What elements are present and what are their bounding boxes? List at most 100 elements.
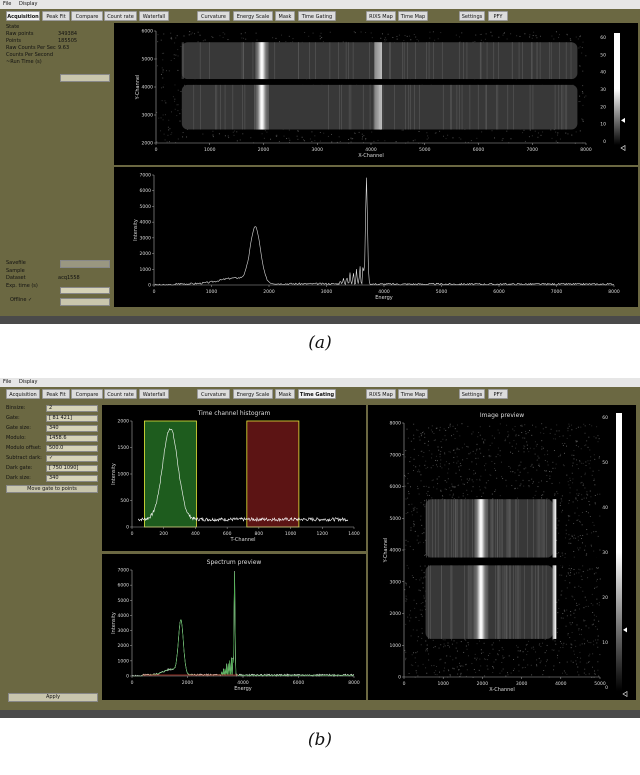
field-value[interactable]: 500.0 (46, 445, 98, 452)
spectrum-a-ytick-label: 3000 (140, 235, 152, 241)
spectrum-a-xtick-label: 3000 (321, 289, 333, 295)
tab-pfy[interactable]: PFY (488, 11, 508, 21)
spectrum-preview-xtick-label: 2000 (182, 680, 194, 686)
tab-rixs-map[interactable]: RIXS Map (366, 11, 396, 21)
spectrum-chart: 0 1000 2000 3000 4000 5000 6000 7000 8000 7000 600… (133, 173, 620, 302)
tab-time-map[interactable]: Time Map (398, 11, 428, 21)
exp-time-input[interactable] (60, 287, 110, 294)
offline-check: ✓ (28, 297, 33, 303)
histogram-title: Time channel histogram (197, 410, 271, 417)
spectrum-preview-ytick-label: 2000 (118, 643, 130, 649)
spectrum-a-ytick-label: 6000 (140, 188, 152, 194)
tab-time-map[interactable]: Time Map (398, 389, 428, 399)
colorbar-tick-label: 0 (605, 685, 608, 691)
tab-curvature[interactable]: Curvature (197, 11, 230, 21)
image-preview-xtick-label: 3000 (516, 681, 528, 687)
apply-button[interactable]: Apply (8, 693, 98, 702)
tab-settings[interactable]: Settings (459, 11, 485, 21)
field-value[interactable]: 340 (46, 475, 98, 482)
field-value[interactable]: 1458.6 (46, 435, 98, 442)
tab-curvature[interactable]: Curvature (197, 389, 230, 399)
tab-waterfall[interactable]: Waterfall (139, 389, 169, 399)
tab-rixs-map[interactable]: RIXS Map (366, 389, 396, 399)
tab-mask[interactable]: Mask (275, 11, 295, 21)
tab-waterfall[interactable]: Waterfall (139, 11, 169, 21)
histogram-ytick-label: 1500 (118, 445, 130, 451)
image-a-xtick-label: 6000 (473, 147, 485, 153)
spectrum-preview-plot[interactable]: Spectrum preview 0 2000 4000 6000 8000 7000 600… (102, 554, 366, 700)
offline-toggle[interactable]: Offline ✓ (10, 297, 32, 304)
field-value[interactable]: [ 81 421] (46, 415, 98, 422)
field-savefile: Savefile (6, 260, 58, 267)
image-a-xtick-label: 7000 (527, 147, 539, 153)
caption-a: (a) (308, 333, 332, 353)
spectrum-plot[interactable]: 0 1000 2000 3000 4000 5000 6000 7000 8000 7000 600… (114, 167, 638, 307)
image-preview-xtick-label: 0 (403, 681, 406, 687)
move-gate-button[interactable]: Move gate to points (6, 485, 98, 493)
histogram-xtick-label: 0 (131, 531, 134, 537)
image-a-ytick-label: 5000 (142, 57, 154, 63)
image-preview-ytick-label: 6000 (390, 484, 402, 490)
image-a-ytick-label: 3000 (142, 113, 154, 119)
image-a-ylabel: Y-Channel (135, 75, 141, 101)
menu-display[interactable]: Display (16, 0, 40, 9)
field-value: 185505 (58, 38, 78, 44)
blank-button[interactable] (60, 74, 110, 82)
tab-settings[interactable]: Settings (459, 389, 485, 399)
tab-count-rate[interactable]: Count rate (104, 389, 137, 399)
image-preview-xtick-label: 2000 (477, 681, 489, 687)
spectrum-preview-ytick-label: 7000 (118, 568, 130, 574)
colorbar-handle (620, 144, 626, 152)
tab-compare[interactable]: Compare (71, 11, 103, 21)
image-a-xtick-label: 2000 (258, 147, 270, 153)
tab-count-rate[interactable]: Count rate (104, 11, 137, 21)
image-a-xlabel: X-Channel (358, 153, 384, 159)
field-raw-points: Raw points 349384 (6, 31, 77, 38)
field-counts-per-second: Counts Per Second (6, 52, 58, 59)
field-value: 349384 (58, 31, 78, 37)
tab-acquisition[interactable]: Acquisition (6, 389, 40, 399)
colorbar-tick-label: 20 (600, 104, 606, 110)
blank-button-2[interactable] (60, 298, 110, 306)
tab-compare[interactable]: Compare (71, 389, 103, 399)
tab-time-gating[interactable]: Time Gating (298, 11, 336, 21)
tab-energy-scale[interactable]: Energy Scale (233, 389, 273, 399)
field-value[interactable]: ✓ (46, 455, 98, 462)
tab-peak-fit[interactable]: Peak Fit (42, 389, 70, 399)
spectrum-preview-xtick-label: 8000 (348, 680, 360, 686)
field-value[interactable]: [ 750 1090] (46, 465, 98, 472)
field-value[interactable]: 340 (46, 425, 98, 432)
field-value[interactable]: 2 (46, 405, 98, 412)
field-label: Points (6, 38, 22, 44)
spectrum-a-xtick-label: 7000 (551, 289, 563, 295)
tab-acquisition[interactable]: Acquisition (6, 11, 40, 21)
spectrum-preview-xlabel: Energy (234, 686, 252, 692)
field-binsize: Binsize: 2 (6, 405, 98, 412)
histogram-ylabel: Intensity (111, 463, 117, 485)
histogram-xtick-label: 1400 (348, 531, 360, 537)
histogram-plot[interactable]: Time channel histogram 0 200 400 600 800 1000 1… (102, 405, 366, 551)
image-preview-xlabel: X-Channel (489, 687, 515, 693)
savefile-input[interactable] (60, 260, 110, 268)
tab-peak-fit[interactable]: Peak Fit (42, 11, 70, 21)
tab-time-gating[interactable]: Time Gating (298, 389, 336, 399)
field-value: acq1558 (58, 275, 80, 281)
spectrum-a-ytick-label: 1000 (140, 267, 152, 273)
menu-file-b[interactable]: File (0, 378, 14, 387)
tab-energy-scale[interactable]: Energy Scale (233, 11, 273, 21)
spectrum-raw-line (131, 571, 355, 677)
tab-mask[interactable]: Mask (275, 389, 295, 399)
field-label: Savefile (6, 260, 26, 266)
field-state: State (6, 24, 58, 31)
spectrum-a-ytick-label: 5000 (140, 204, 152, 210)
image-plot[interactable]: 0 1000 2000 3000 4000 5000 6000 7000 8000 6000 500… (114, 23, 638, 165)
image-preview-plot[interactable]: Image preview 0 1000 2000 3000 4000 5000 8000 70… (368, 405, 636, 700)
colorbar-tick-label: 60 (602, 415, 608, 421)
menu-display-b[interactable]: Display (16, 378, 40, 387)
field-label: Exp. time (s) (6, 282, 38, 289)
field-sample: Sample (6, 268, 58, 275)
menu-file[interactable]: File (0, 0, 14, 9)
image-preview-ytick-label: 2000 (390, 611, 402, 617)
colorbar-handle (622, 690, 628, 698)
tab-pfy[interactable]: PFY (488, 389, 508, 399)
